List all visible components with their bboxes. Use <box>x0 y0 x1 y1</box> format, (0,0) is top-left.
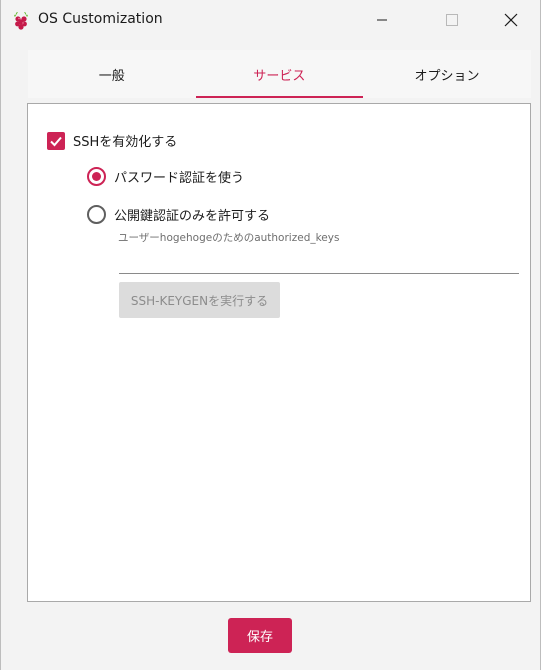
auth-option-password-row[interactable]: パスワード認証を使う <box>87 167 244 186</box>
checkmark-icon <box>50 136 62 146</box>
ssh-enable-checkbox[interactable] <box>47 131 65 150</box>
ssh-enable-row[interactable]: SSHを有効化する <box>47 131 177 150</box>
maximize-button[interactable] <box>429 0 475 40</box>
minimize-button[interactable] <box>359 0 405 40</box>
authorized-keys-input[interactable] <box>119 254 519 274</box>
raspberry-icon <box>12 11 30 31</box>
pubkey-auth-radio[interactable] <box>87 205 106 224</box>
password-auth-radio[interactable] <box>87 167 106 186</box>
window-title: OS Customization <box>38 11 163 27</box>
tab-bar: 一般 サービス オプション <box>28 50 531 98</box>
ssh-keygen-button[interactable]: SSH-KEYGENを実行する <box>119 282 280 318</box>
minimize-icon <box>377 19 387 21</box>
title-bar[interactable]: OS Customization <box>1 0 540 40</box>
tab-options[interactable]: オプション <box>363 50 531 98</box>
services-panel: SSHを有効化する パスワード認証を使う 公開鍵認証のみを許可する ユーザーho… <box>27 103 531 602</box>
tab-general[interactable]: 一般 <box>28 50 196 98</box>
password-auth-label: パスワード認証を使う <box>114 171 245 186</box>
ssh-enable-label: SSHを有効化する <box>73 135 178 150</box>
close-button[interactable] <box>488 0 534 40</box>
pubkey-auth-label: 公開鍵認証のみを許可する <box>114 209 271 224</box>
tab-services[interactable]: サービス <box>195 50 364 98</box>
authorized-keys-hint: ユーザーhogehogeのためのauthorized_keys <box>118 232 340 244</box>
auth-option-pubkey-row[interactable]: 公開鍵認証のみを許可する <box>87 205 270 224</box>
save-button[interactable]: 保存 <box>228 618 292 653</box>
os-customization-window: OS Customization 一般 サービス オプション SSHを有効化する… <box>0 0 541 670</box>
close-icon <box>504 13 518 27</box>
maximize-icon <box>446 14 458 26</box>
